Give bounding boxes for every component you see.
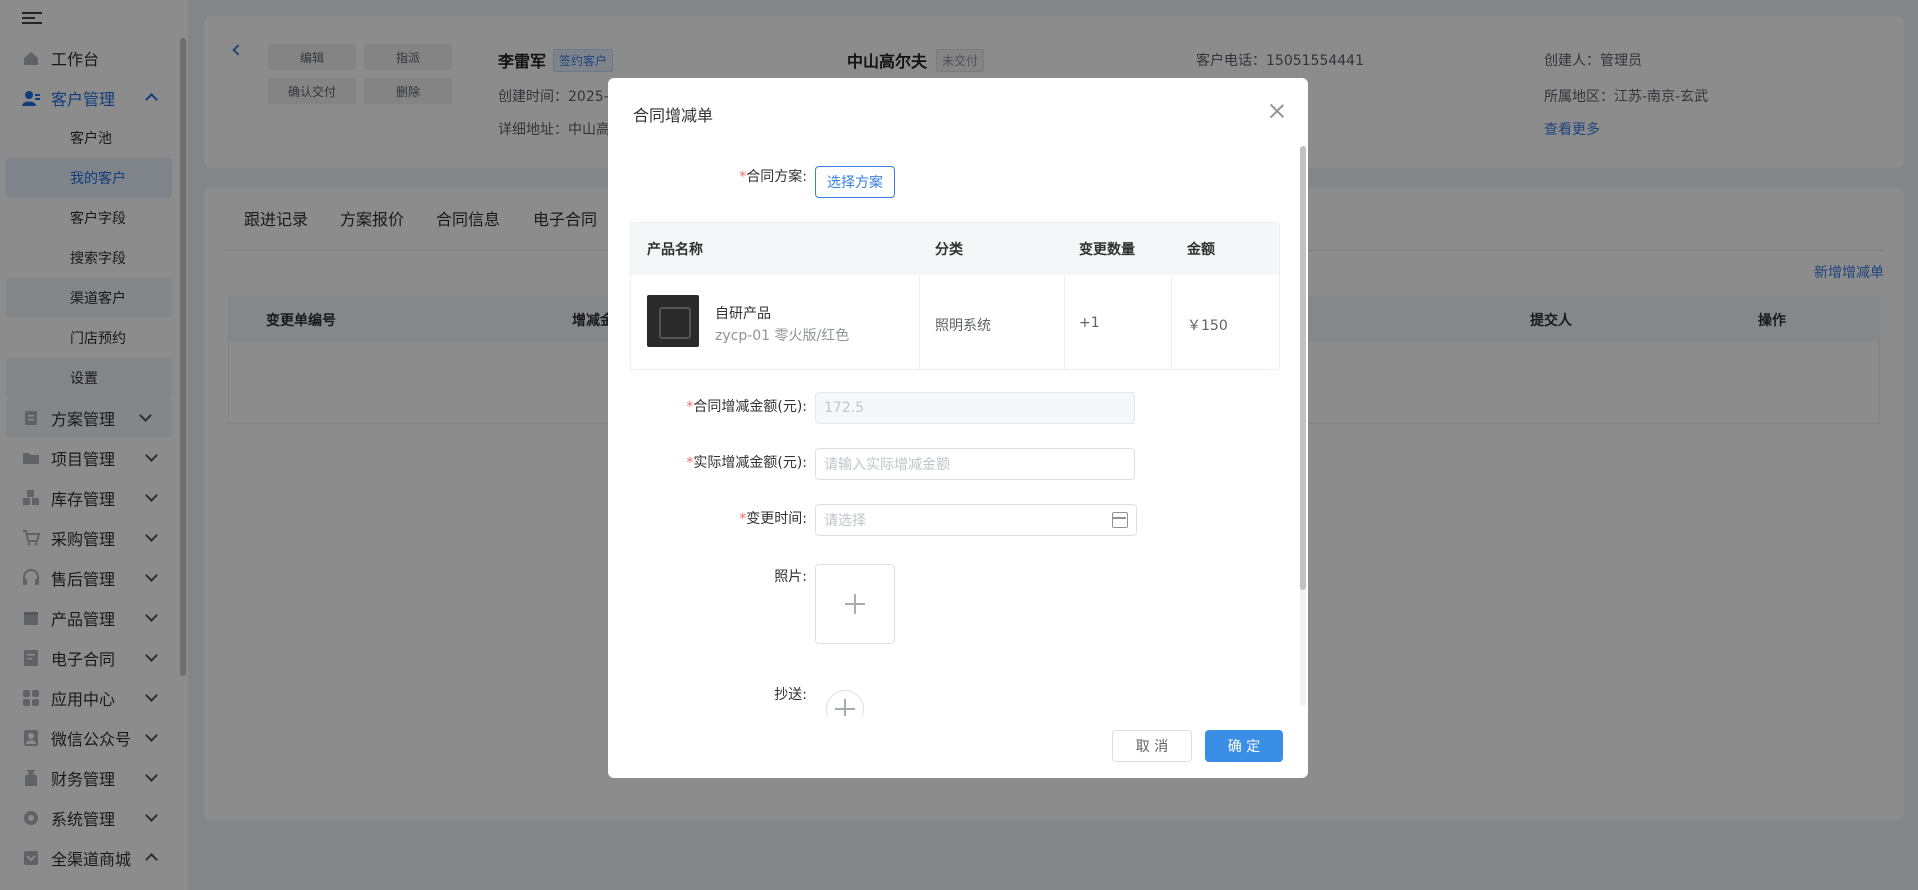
product-category: 照明系统 bbox=[935, 318, 991, 334]
contract-change-dialog: 合同增减单 *合同方案: 选择方案 产品名称 分类 变更数量 金额 自研产品 z… bbox=[608, 78, 1308, 778]
cc-label: 抄送: bbox=[774, 687, 807, 703]
change-time-placeholder: 请选择 bbox=[824, 513, 866, 529]
change-time-picker[interactable]: 请选择 bbox=[815, 504, 1137, 536]
column-divider bbox=[1064, 275, 1065, 369]
column-divider bbox=[1171, 275, 1172, 369]
contract-amount-field: 172.5 bbox=[815, 392, 1135, 424]
dialog-body: *合同方案: 选择方案 产品名称 分类 变更数量 金额 自研产品 zycp-01… bbox=[608, 78, 1308, 716]
product-spec: zycp-01 零火版/红色 bbox=[715, 328, 850, 344]
product-amount: ￥150 bbox=[1187, 318, 1228, 334]
product-name: 自研产品 bbox=[715, 306, 771, 322]
column-divider bbox=[919, 275, 920, 369]
plan-label: *合同方案: bbox=[739, 169, 807, 185]
select-plan-button[interactable]: 选择方案 bbox=[815, 166, 895, 198]
cancel-button[interactable]: 取 消 bbox=[1112, 730, 1192, 762]
actual-amount-label: *实际增减金额(元): bbox=[686, 455, 807, 471]
photo-label: 照片: bbox=[774, 569, 807, 585]
product-table-header: 产品名称 分类 变更数量 金额 bbox=[631, 223, 1279, 275]
product-table: 产品名称 分类 变更数量 金额 自研产品 zycp-01 零火版/红色 照明系统… bbox=[630, 222, 1280, 370]
photo-upload[interactable] bbox=[815, 564, 895, 644]
column-header: 分类 bbox=[935, 242, 963, 258]
column-header: 金额 bbox=[1187, 242, 1215, 258]
actual-amount-input[interactable]: 请输入实际增减金额 bbox=[815, 448, 1135, 480]
column-header: 变更数量 bbox=[1079, 242, 1135, 258]
contract-amount-label: *合同增减金额(元): bbox=[686, 399, 807, 415]
product-thumbnail bbox=[647, 295, 699, 347]
add-cc-button[interactable] bbox=[826, 690, 864, 716]
calendar-icon bbox=[1112, 512, 1128, 528]
change-time-label: *变更时间: bbox=[739, 511, 807, 527]
column-header: 产品名称 bbox=[647, 242, 703, 258]
product-quantity: +1 bbox=[1079, 315, 1100, 331]
plus-icon bbox=[835, 699, 855, 716]
plus-icon bbox=[845, 594, 865, 614]
confirm-button[interactable]: 确 定 bbox=[1205, 730, 1283, 762]
